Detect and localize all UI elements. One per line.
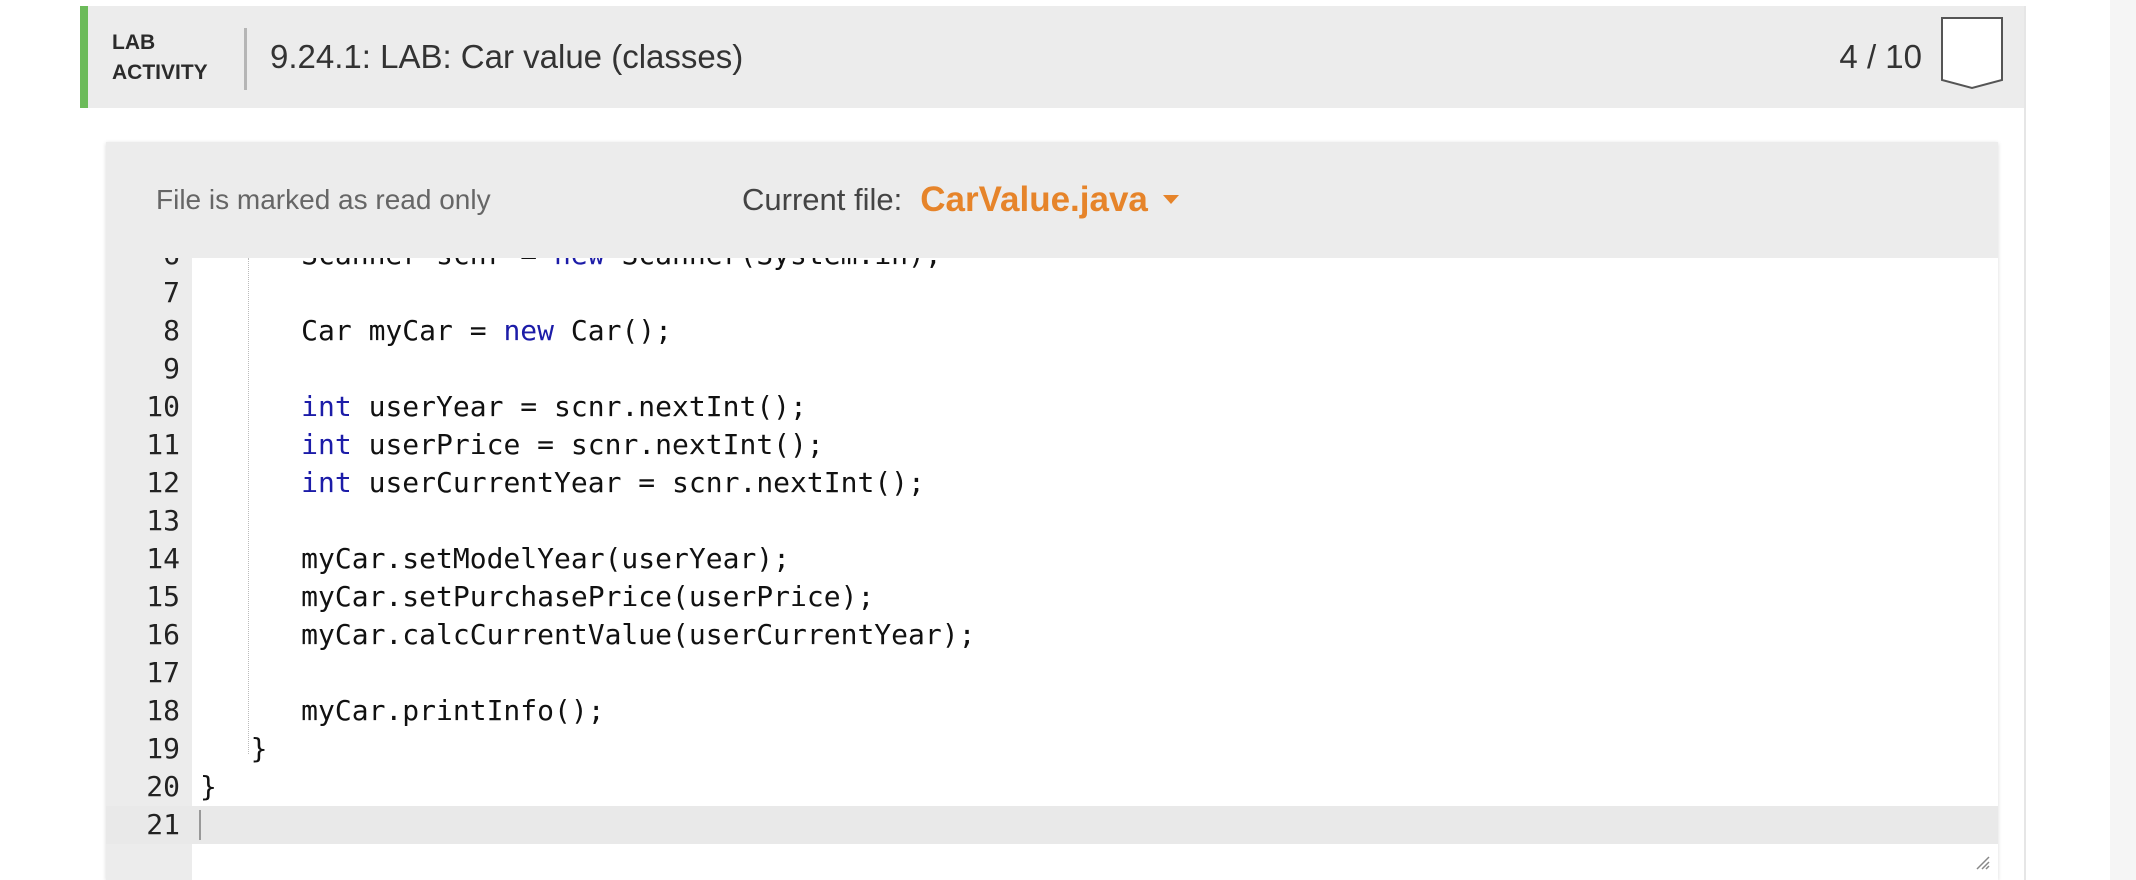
- code-text[interactable]: Car myCar = new Car();: [200, 312, 672, 350]
- text-cursor: [199, 810, 201, 840]
- code-text[interactable]: Scanner scnr = new Scanner(System.in);: [200, 258, 942, 274]
- code-text[interactable]: int userCurrentYear = scnr.nextInt();: [200, 464, 925, 502]
- header-divider: [244, 28, 247, 90]
- code-token: Car myCar =: [200, 314, 504, 347]
- line-number: 11: [146, 428, 180, 461]
- code-lines: 6 Scanner scnr = new Scanner(System.in);…: [106, 258, 1998, 844]
- keyword-token: new: [503, 314, 555, 347]
- code-text[interactable]: }: [200, 768, 217, 806]
- line-number: 10: [146, 390, 180, 423]
- page-scrollbar[interactable]: [2110, 0, 2136, 880]
- code-token: myCar.printInfo();: [200, 694, 605, 727]
- code-line[interactable]: 11 int userPrice = scnr.nextInt();: [106, 426, 1998, 464]
- code-line[interactable]: 20}: [106, 768, 1998, 806]
- current-file-label: Current file:: [742, 182, 903, 217]
- code-line[interactable]: 21: [106, 806, 1998, 844]
- code-line[interactable]: 6 Scanner scnr = new Scanner(System.in);: [106, 258, 1998, 274]
- keyword-token: int: [301, 428, 352, 461]
- caret-down-icon[interactable]: [1162, 194, 1180, 206]
- current-file-selector: Current file: CarValue.java: [742, 180, 1180, 220]
- line-number: 9: [163, 352, 180, 385]
- lab-type-label: LAB ACTIVITY: [112, 28, 208, 88]
- line-number: 7: [163, 276, 180, 309]
- lab-type-line2: ACTIVITY: [112, 61, 208, 84]
- code-line[interactable]: 17: [106, 654, 1998, 692]
- code-token: userCurrentYear = scnr.nextInt();: [351, 466, 925, 499]
- code-token: Scanner(System.in);: [605, 258, 941, 271]
- code-line[interactable]: 7: [106, 274, 1998, 312]
- readonly-notice: File is marked as read only: [156, 184, 491, 215]
- code-text[interactable]: myCar.setPurchasePrice(userPrice);: [200, 578, 874, 616]
- code-text[interactable]: myCar.setModelYear(userYear);: [200, 540, 790, 578]
- code-token: Scanner scnr =: [200, 258, 554, 271]
- resize-grip-icon[interactable]: [1974, 854, 1990, 870]
- line-number: 12: [146, 466, 180, 499]
- keyword-token: int: [301, 466, 352, 499]
- line-number: 20: [146, 770, 180, 803]
- code-text[interactable]: int userPrice = scnr.nextInt();: [200, 426, 824, 464]
- code-line[interactable]: 12 int userCurrentYear = scnr.nextInt();: [106, 464, 1998, 502]
- keyword-token: new: [554, 258, 605, 271]
- code-text[interactable]: myCar.calcCurrentValue(userCurrentYear);: [200, 616, 975, 654]
- code-line[interactable]: 9: [106, 350, 1998, 388]
- file-dropdown[interactable]: CarValue.java: [920, 180, 1180, 220]
- keyword-token: int: [301, 390, 352, 423]
- code-token: userPrice = scnr.nextInt();: [351, 428, 824, 461]
- code-token: }: [200, 732, 268, 765]
- code-line[interactable]: 18 myCar.printInfo();: [106, 692, 1998, 730]
- code-text[interactable]: int userYear = scnr.nextInt();: [200, 388, 807, 426]
- line-number: 13: [146, 504, 180, 537]
- code-text[interactable]: myCar.printInfo();: [200, 692, 605, 730]
- code-line[interactable]: 8 Car myCar = new Car();: [106, 312, 1998, 350]
- bookmark-icon: [1941, 17, 2003, 90]
- code-editor[interactable]: 6 Scanner scnr = new Scanner(System.in);…: [106, 258, 1998, 880]
- line-number: 21: [146, 808, 180, 841]
- code-text[interactable]: }: [200, 730, 268, 768]
- code-line[interactable]: 15 myCar.setPurchasePrice(userPrice);: [106, 578, 1998, 616]
- lab-score: 4 / 10: [1839, 38, 1922, 75]
- code-token: userYear = scnr.nextInt();: [351, 390, 807, 423]
- line-number: 14: [146, 542, 180, 575]
- code-token: myCar.setModelYear(userYear);: [200, 542, 791, 575]
- lab-type-line1: LAB: [112, 31, 156, 54]
- code-line[interactable]: 10 int userYear = scnr.nextInt();: [106, 388, 1998, 426]
- line-number: 17: [146, 656, 180, 689]
- code-line[interactable]: 14 myCar.setModelYear(userYear);: [106, 540, 1998, 578]
- line-number: 8: [163, 314, 180, 347]
- code-token: Car();: [554, 314, 673, 347]
- lab-title: 9.24.1: LAB: Car value (classes): [270, 38, 744, 75]
- current-file-name[interactable]: CarValue.java: [920, 180, 1148, 220]
- line-number: 19: [146, 732, 180, 765]
- code-token: myCar.setPurchasePrice(userPrice);: [200, 580, 875, 613]
- code-line[interactable]: 13: [106, 502, 1998, 540]
- line-number: 18: [146, 694, 180, 727]
- code-token: myCar.calcCurrentValue(userCurrentYear);: [200, 618, 976, 651]
- line-number: 6: [106, 258, 180, 274]
- lab-header: LAB ACTIVITY 9.24.1: LAB: Car value (cla…: [80, 6, 2024, 108]
- lab-activity-card: LAB ACTIVITY 9.24.1: LAB: Car value (cla…: [80, 6, 2026, 880]
- line-number: 15: [146, 580, 180, 613]
- code-token: }: [200, 770, 217, 803]
- code-line[interactable]: 16 myCar.calcCurrentValue(userCurrentYea…: [106, 616, 1998, 654]
- code-line[interactable]: 19 }: [106, 730, 1998, 768]
- line-number: 16: [146, 618, 180, 651]
- code-editor-panel: File is marked as read only Current file…: [106, 142, 1998, 880]
